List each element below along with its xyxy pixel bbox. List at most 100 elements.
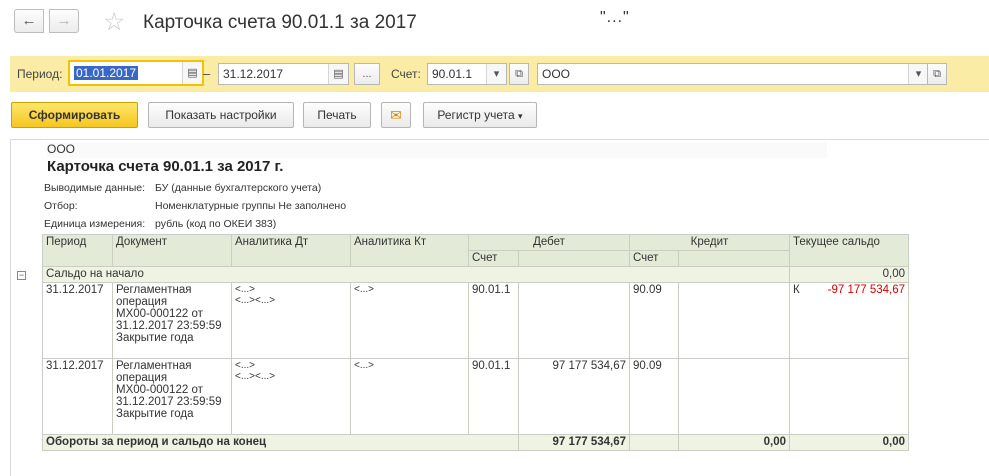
account-card-table: Период Документ Аналитика Дт Аналитика К… [42,234,909,451]
print-button[interactable]: Печать [303,102,371,128]
doc-line: Регламентная [116,284,192,296]
doc-line: 31.12.2017 23:59:59 [116,320,222,332]
meta-label: Единица измерения: [44,218,146,230]
chevron-down-icon: ▾ [518,111,523,121]
row-debit-account: 90.01.1 [468,282,519,359]
arrow-left-icon: ← [21,12,37,29]
row-balance: К -97 177 534,67 [789,282,909,359]
row-balance [789,358,909,435]
col-document: Документ [112,234,232,267]
totals-debit: 97 177 534,67 [518,434,630,451]
row-document[interactable]: Регламентная операция МХ00-000122 от 31.… [112,282,232,359]
doc-line: операция [116,372,168,384]
report-title: Карточка счета 90.01.1 за 2017 г. [47,158,284,175]
totals-credit-account [629,434,679,451]
row-analytics-dt: <...> <...><...> [231,358,351,435]
row-analytics-kt: <...> [350,282,469,359]
meta-label: Выводимые данные: [44,182,146,194]
date-from-field[interactable]: 01.01.2017 ▤ [68,60,204,86]
doc-line: операция [116,296,168,308]
doc-line: Закрытие года [116,332,194,344]
envelope-icon[interactable]: ✉ [381,102,411,128]
account-label: Счет: [391,67,421,81]
page-title: Карточка счета 90.01.1 за 2017 [143,12,417,33]
meta-value: Номенклатурные группы Не заполнено [155,200,347,212]
opening-balance-row[interactable]: Сальдо на начало 0,00 [42,266,909,283]
organization-strip [47,142,827,158]
organization-value: ООО [542,67,571,81]
arrow-right-icon: → [56,12,72,29]
forward-button[interactable]: → [49,9,79,33]
analytics-line: <...> [235,360,256,371]
meta-value: рубль (код по ОКЕИ 383) [155,218,277,230]
col-analytics-dt: Аналитика Дт [231,234,351,267]
row-debit-sum: 97 177 534,67 [518,358,630,435]
doc-line: Регламентная [116,360,192,372]
date-from-value: 01.01.2017 [74,66,139,80]
totals-balance: 0,00 [789,434,909,451]
col-analytics-kt: Аналитика Кт [350,234,469,267]
col-credit-account: Счет [629,250,679,267]
choose-period-button[interactable]: ... [354,63,380,85]
open-icon: ⧉ [515,68,523,80]
col-debit-sum [518,250,630,267]
calendar-icon[interactable]: ▤ [328,64,348,84]
organization-field[interactable]: ООО ▾ [537,63,929,85]
generate-button[interactable]: Сформировать [11,102,138,128]
open-organization-button[interactable]: ⧉ [927,63,947,85]
table-row[interactable]: 31.12.2017 Регламентная операция МХ00-00… [42,358,909,435]
totals-credit: 0,00 [678,434,790,451]
date-to-field[interactable]: 31.12.2017 ▤ [218,63,349,85]
table-row[interactable]: 31.12.2017 Регламентная операция МХ00-00… [42,282,909,359]
chevron-down-icon[interactable]: ▾ [486,64,506,84]
open-icon: ⧉ [933,68,941,80]
filter-bar: Период: 01.01.2017 ▤ – 31.12.2017 ▤ ... … [10,56,989,92]
col-period: Период [42,234,113,267]
balance-value: -97 177 534,67 [827,284,905,296]
register-dropdown[interactable]: Регистр учета ▾ [423,102,537,128]
row-debit-account: 90.01.1 [468,358,519,435]
account-field[interactable]: 90.01.1 ▾ [427,63,507,85]
calendar-icon[interactable]: ▤ [182,62,202,84]
analytics-line: <...><...> [235,295,276,306]
totals-row[interactable]: Обороты за период и сальдо на конец 97 1… [42,434,909,451]
analytics-line: <...> [235,284,256,295]
show-settings-button[interactable]: Показать настройки [148,102,294,128]
back-button[interactable]: ← [14,9,44,33]
register-label: Регистр учета [437,108,515,122]
star-icon[interactable]: ☆ [103,9,125,35]
title-bar: ← → ☆ Карточка счета 90.01.1 за 2017 "..… [0,0,989,52]
open-account-button[interactable]: ⧉ [509,63,529,85]
doc-line: МХ00-000122 от [116,308,203,320]
row-debit-sum [518,282,630,359]
totals-label: Обороты за период и сальдо на конец [42,434,519,451]
row-credit-account: 90.09 [629,358,679,435]
chevron-down-icon[interactable]: ▾ [908,64,928,84]
doc-line: Закрытие года [116,408,194,420]
meta-value: БУ (данные бухгалтерского учета) [155,182,322,194]
row-analytics-dt: <...> <...><...> [231,282,351,359]
col-balance: Текущее сальдо [789,234,909,267]
row-credit-account: 90.09 [629,282,679,359]
page-title-tail: "..." [600,9,630,26]
row-document[interactable]: Регламентная операция МХ00-000122 от 31.… [112,358,232,435]
period-label: Период: [17,67,63,81]
row-credit-sum [678,358,790,435]
col-credit-sum [678,250,790,267]
row-analytics-kt: <...> [350,358,469,435]
opening-label: Сальдо на начало [42,266,790,283]
row-credit-sum [678,282,790,359]
collapse-toggle[interactable]: − [17,271,26,280]
analytics-line: <...><...> [235,371,276,382]
report-org: ООО [47,142,76,156]
row-period: 31.12.2017 [42,282,113,359]
account-value: 90.01.1 [432,67,473,81]
doc-line: МХ00-000122 от [116,384,203,396]
col-debit-account: Счет [468,250,519,267]
balance-side: К [793,284,800,296]
doc-line: 31.12.2017 23:59:59 [116,396,222,408]
period-dash: – [203,66,211,81]
opening-value: 0,00 [789,266,909,283]
meta-label: Отбор: [44,200,78,212]
date-to-value: 31.12.2017 [223,67,284,81]
